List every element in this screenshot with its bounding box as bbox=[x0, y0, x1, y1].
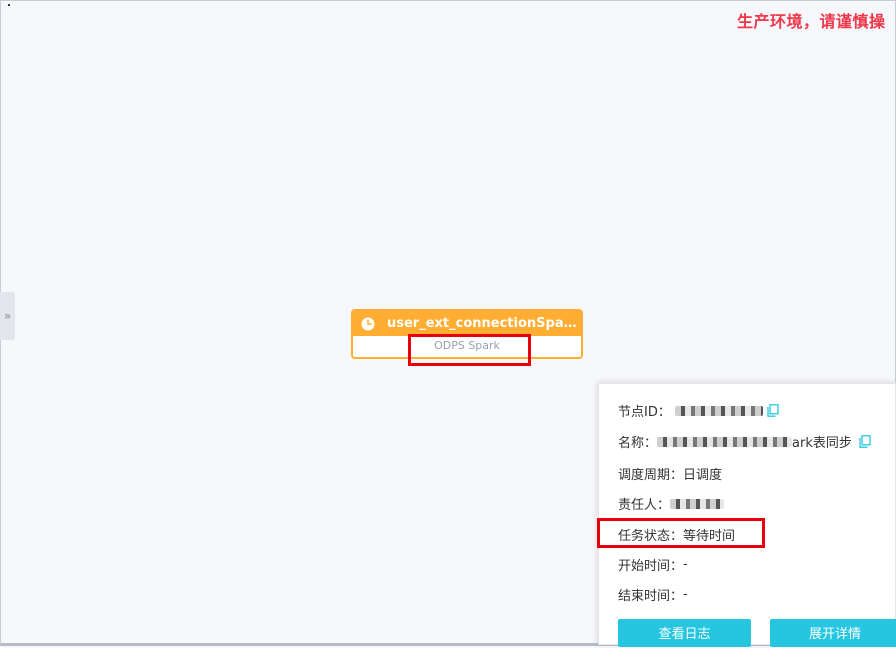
end-time-value: - bbox=[683, 587, 688, 602]
name-label: 名称： bbox=[618, 436, 658, 451]
name-value-suffix: ark表同步 bbox=[792, 436, 852, 451]
owner-row: 责任人： bbox=[618, 494, 725, 513]
masked-owner bbox=[670, 498, 725, 509]
status-value: 等待时间 bbox=[683, 529, 736, 544]
copy-icon[interactable] bbox=[767, 404, 779, 417]
expand-detail-button[interactable]: 展开详情 bbox=[770, 619, 896, 647]
node-id-row: 节点ID： bbox=[618, 401, 779, 420]
start-time-label: 开始时间： bbox=[618, 559, 684, 574]
masked-node-id bbox=[674, 405, 763, 416]
copy-icon[interactable] bbox=[859, 435, 871, 448]
masked-name bbox=[657, 436, 793, 447]
view-log-button[interactable]: 查看日志 bbox=[618, 619, 751, 647]
name-row: 名称： ark表同步 bbox=[618, 432, 871, 451]
status-label: 任务状态： bbox=[618, 529, 684, 544]
cycle-row: 调度周期： 日调度 bbox=[618, 464, 722, 483]
env-warning-text: 生产环境，请谨慎操 bbox=[737, 12, 886, 31]
status-row: 任务状态： 等待时间 bbox=[618, 525, 735, 544]
corner-dot bbox=[8, 4, 10, 6]
node-info-panel: 节点ID： 名称： ark表同步 调度周期： 日调度 责任人： 任务状态： 等待… bbox=[598, 383, 896, 647]
start-time-row: 开始时间： - bbox=[618, 555, 688, 574]
node-type-label: ODPS Spark bbox=[434, 339, 500, 352]
node-id-label: 节点ID： bbox=[618, 405, 671, 420]
sidebar-expand-toggle[interactable]: » bbox=[0, 292, 15, 340]
end-time-row: 结束时间： - bbox=[618, 585, 688, 604]
cycle-value: 日调度 bbox=[683, 468, 723, 483]
node-name: user_ext_connectionSpar... bbox=[387, 316, 577, 331]
start-time-value: - bbox=[683, 557, 688, 572]
dag-node[interactable]: user_ext_connectionSpar... ODPS Spark bbox=[351, 309, 583, 359]
end-time-label: 结束时间： bbox=[618, 589, 684, 604]
owner-label: 责任人： bbox=[618, 498, 671, 513]
cycle-label: 调度周期： bbox=[618, 468, 684, 483]
clock-icon bbox=[361, 317, 375, 330]
node-header: user_ext_connectionSpar... bbox=[353, 311, 581, 336]
